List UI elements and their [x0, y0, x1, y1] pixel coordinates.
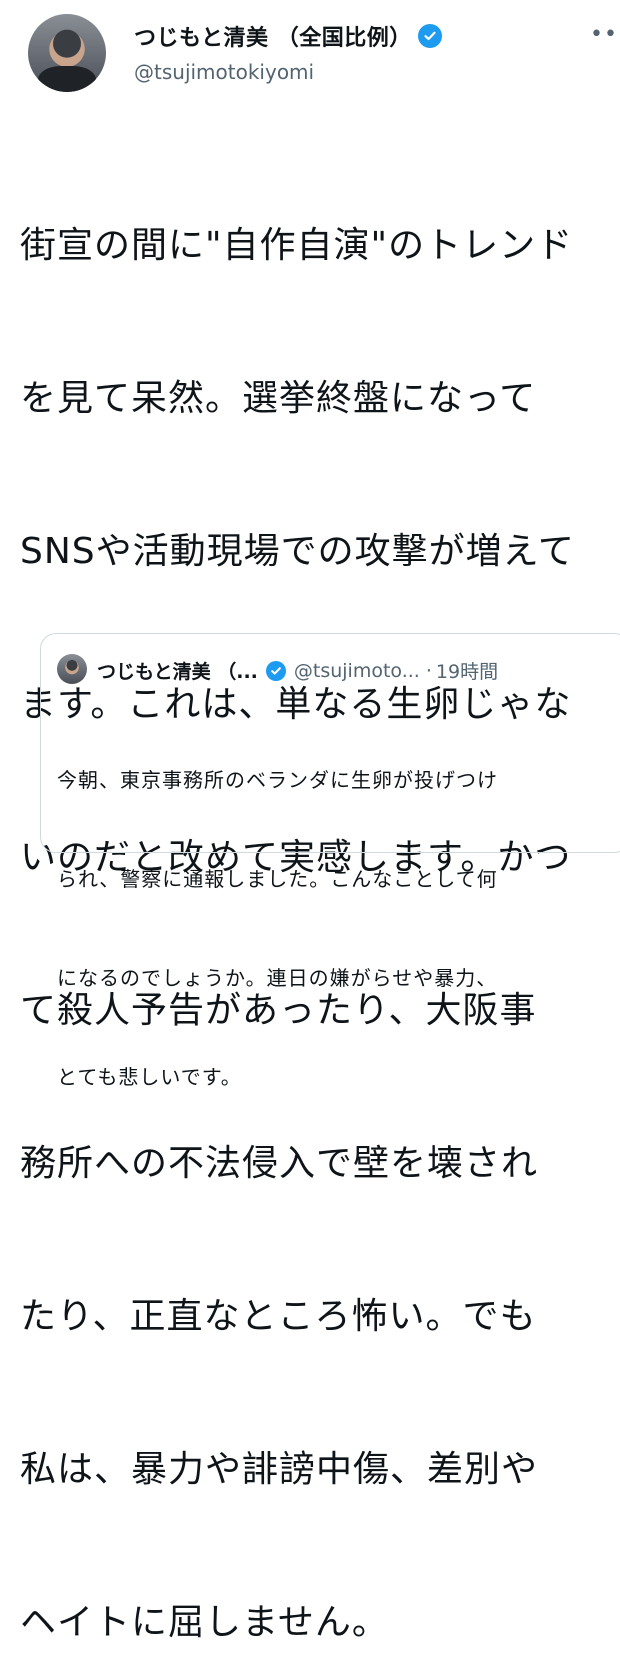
quoted-tweet-header: つじもと清美 （... @tsujimoto... · 19時間: [97, 657, 498, 684]
dot-separator: ·: [425, 659, 432, 682]
tweet-line: を見て呆然。選挙終盤になって: [20, 378, 537, 419]
tweet-line: 私は、暴力や誹謗中傷、差別や: [20, 1449, 539, 1490]
quoted-tweet-line: 今朝、東京事務所のベランダに生卵が投げつけ: [57, 768, 498, 792]
author-name[interactable]: つじもと清美 （全国比例）: [134, 20, 412, 52]
tweet-line: SNSや活動現場での攻撃が増えて: [20, 531, 575, 572]
author-avatar[interactable]: [28, 14, 106, 92]
quoted-author-name[interactable]: つじもと清美 （...: [97, 657, 258, 684]
quoted-author-handle[interactable]: @tsujimoto...: [294, 660, 420, 682]
quoted-tweet-line: になるのでしょうか。連日の嫌がらせや暴力、: [57, 966, 498, 990]
quoted-author-avatar[interactable]: [57, 654, 87, 684]
quoted-tweet-timestamp[interactable]: 19時間: [436, 657, 498, 684]
tweet-line: ヘイトに屈しません。: [20, 1602, 389, 1643]
quoted-tweet-line: とても悲しいです。: [57, 1065, 242, 1089]
quoted-tweet-line: られ、警察に通報しました。こんなことして何: [57, 867, 498, 891]
author-name-row: つじもと清美 （全国比例）: [134, 20, 442, 52]
quoted-tweet-card[interactable]: つじもと清美 （... @tsujimoto... · 19時間 今朝、東京事務…: [40, 633, 620, 1089]
tweet-line: たり、正直なところ怖い。でも: [20, 1296, 537, 1337]
author-handle[interactable]: @tsujimotokiyomi: [134, 60, 314, 84]
more-options-icon[interactable]: •••: [590, 22, 620, 47]
verified-badge-icon: [417, 24, 442, 48]
tweet-line: 街宣の間に"自作自演"のトレンド: [20, 225, 574, 266]
quoted-tweet-text: 今朝、東京事務所のベランダに生卵が投げつけ られ、警察に通報しました。こんなこと…: [57, 698, 612, 1160]
verified-badge-icon: [265, 660, 286, 681]
